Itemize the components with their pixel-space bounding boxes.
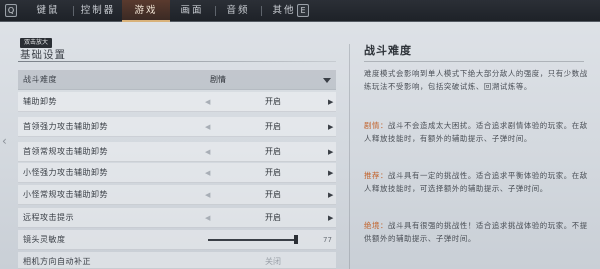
- setting-value: 开启: [265, 190, 281, 199]
- difficulty-tag: 绝境：: [364, 221, 388, 230]
- arrow-left-icon[interactable]: ◀: [205, 142, 210, 162]
- difficulty-desc: 战斗不会造成太大困扰。适合追求剧情体验的玩家。在敌人释放技能时，有额外的辅助提示…: [364, 121, 588, 143]
- tab-keyboard-mouse[interactable]: 键鼠: [24, 0, 72, 22]
- setting-row-boss-normal-assist[interactable]: 首领常规攻击辅助卸势 ◀ 开启 ▶: [18, 142, 336, 162]
- setting-row-minion-heavy-assist[interactable]: 小怪强力攻击辅助卸势 ◀ 开启 ▶: [18, 163, 336, 183]
- setting-label: 辅助卸势: [23, 97, 57, 106]
- arrow-right-icon[interactable]: ▶: [328, 92, 333, 112]
- caret-down-icon[interactable]: [323, 78, 331, 83]
- section-divider: [18, 61, 336, 62]
- setting-row-boss-heavy-assist[interactable]: 首领强力攻击辅助卸势 ◀ 开启 ▶: [18, 117, 336, 137]
- setting-label: 镜头灵敏度: [23, 235, 66, 244]
- arrow-left-icon[interactable]: ◀: [205, 208, 210, 228]
- chevron-left-icon[interactable]: ‹: [2, 134, 7, 148]
- info-title: 战斗难度: [364, 44, 412, 57]
- arrow-left-icon[interactable]: ◀: [205, 185, 210, 205]
- tab-controller[interactable]: 控制器: [74, 0, 122, 22]
- info-intro: 难度模式会影响到单人模式下绝大部分敌人的强度，只有少数战练玩法不受影响，包括突破…: [364, 69, 588, 91]
- arrow-left-icon[interactable]: ◀: [205, 92, 210, 112]
- setting-label: 远程攻击提示: [23, 213, 74, 222]
- dropdown-value: 剧情: [210, 75, 226, 84]
- tab-graphics[interactable]: 画面: [170, 0, 214, 22]
- arrow-left-icon[interactable]: ◀: [205, 117, 210, 137]
- info-entry-recommended: 推荐：战斗具有一定的挑战性。适合追求平衡体验的玩家。在敌人释放技能时，可选择额外…: [364, 170, 588, 195]
- info-divider: [364, 61, 584, 62]
- difficulty-tag: 推荐：: [364, 171, 388, 180]
- tab-game[interactable]: 游戏: [122, 0, 170, 22]
- setting-label: 首领常规攻击辅助卸势: [23, 147, 108, 156]
- setting-row-combat-difficulty[interactable]: 战斗难度 剧情: [18, 70, 336, 90]
- next-tab-key-hint[interactable]: E: [297, 4, 309, 17]
- tab-audio[interactable]: 音频: [216, 0, 260, 22]
- setting-label: 相机方向自动补正: [23, 257, 91, 266]
- arrow-right-icon[interactable]: ▶: [328, 163, 333, 183]
- slider-track[interactable]: [208, 239, 298, 241]
- tooltip: 双击放大: [20, 38, 53, 48]
- section-title: 基础设置: [20, 49, 66, 61]
- setting-row-minion-normal-assist[interactable]: 小怪常规攻击辅助卸势 ◀ 开启 ▶: [18, 185, 336, 205]
- setting-label: 战斗难度: [23, 75, 57, 84]
- setting-value: 关闭: [265, 257, 281, 266]
- setting-label: 小怪强力攻击辅助卸势: [23, 168, 108, 177]
- slider-value: 77: [323, 236, 332, 244]
- setting-value: 开启: [265, 168, 281, 177]
- setting-label: 小怪常规攻击辅助卸势: [23, 190, 108, 199]
- difficulty-tag: 剧情：: [364, 121, 388, 130]
- difficulty-desc: 战斗具有一定的挑战性。适合追求平衡体验的玩家。在敌人释放技能时，可选择额外的辅助…: [364, 171, 588, 193]
- setting-row-camera-auto-correct[interactable]: 相机方向自动补正 关闭: [18, 252, 336, 269]
- top-tab-bar: Q 键鼠 控制器 游戏 画面 音频 其他 E: [0, 0, 600, 22]
- setting-label: 首领强力攻击辅助卸势: [23, 122, 108, 131]
- setting-row-ranged-attack-hint[interactable]: 远程攻击提示 ◀ 开启 ▶: [18, 208, 336, 228]
- arrow-right-icon[interactable]: ▶: [328, 208, 333, 228]
- slider-thumb[interactable]: [294, 235, 299, 244]
- setting-row-assist-parry[interactable]: 辅助卸势 ◀ 开启 ▶: [18, 92, 336, 112]
- arrow-right-icon[interactable]: ▶: [328, 117, 333, 137]
- setting-value: 开启: [265, 97, 281, 106]
- arrow-right-icon[interactable]: ▶: [328, 142, 333, 162]
- arrow-left-icon[interactable]: ◀: [205, 163, 210, 183]
- info-entry-story: 剧情：战斗不会造成太大困扰。适合追求剧情体验的玩家。在敌人释放技能时，有额外的辅…: [364, 120, 588, 145]
- setting-value: 开启: [265, 213, 281, 222]
- difficulty-desc: 战斗具有很强的挑战性！适合追求挑战体验的玩家。不提供额外的辅助提示、子弹时间。: [364, 221, 588, 243]
- info-entry-desperate: 绝境：战斗具有很强的挑战性！适合追求挑战体验的玩家。不提供额外的辅助提示、子弹时…: [364, 220, 588, 245]
- arrow-right-icon[interactable]: ▶: [328, 185, 333, 205]
- prev-tab-key-hint[interactable]: Q: [5, 4, 17, 17]
- setting-row-camera-sensitivity[interactable]: 镜头灵敏度 77: [18, 230, 336, 250]
- setting-value: 开启: [265, 147, 281, 156]
- panel-divider: [349, 44, 350, 269]
- setting-value: 开启: [265, 122, 281, 131]
